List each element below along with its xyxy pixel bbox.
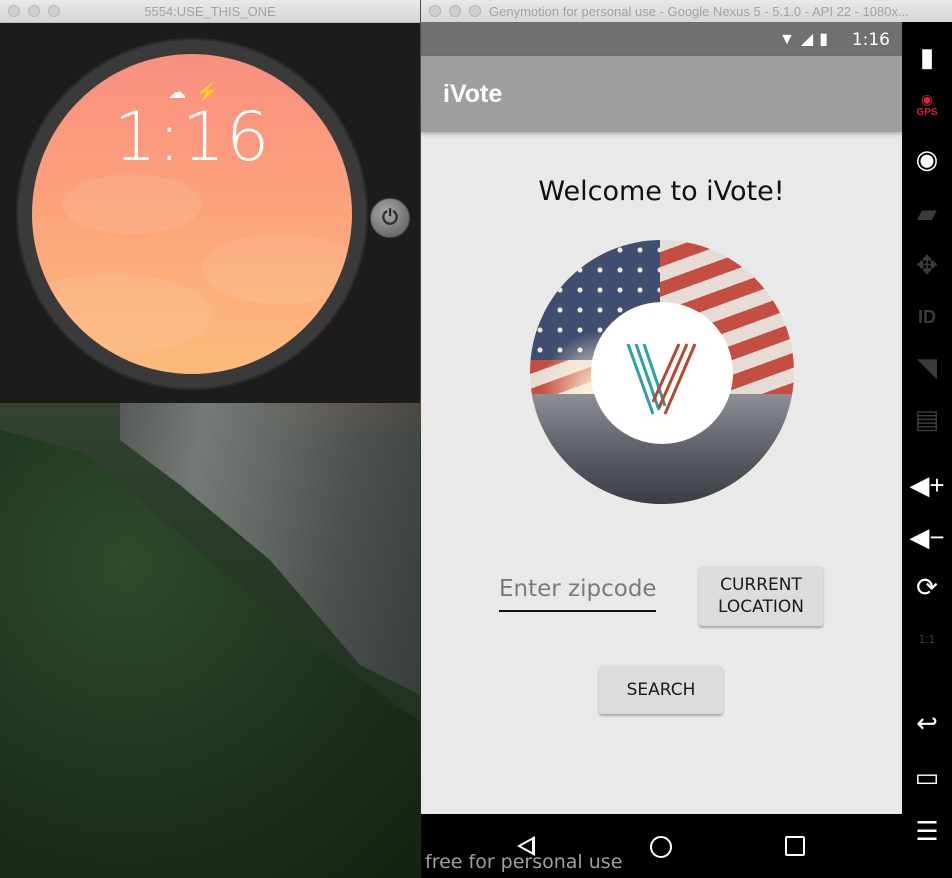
zoom-window-button[interactable] [469, 5, 481, 17]
capture-widget-icon[interactable]: ▰ [902, 198, 952, 228]
battery-icon: ▮ [819, 31, 834, 48]
welcome-heading: Welcome to iVote! [538, 176, 785, 207]
phone-screen: ▼◢▮ 1:16 iVote Welcome to iVote! Enter z… [421, 22, 902, 878]
volume-down-icon[interactable]: ◀− [902, 522, 952, 552]
v-logo-icon [626, 343, 697, 415]
sms-widget-icon[interactable]: ▤ [902, 404, 952, 434]
genymotion-toolbar: ▮ ◉ GPS ◉ ▰ ✥ ID ◥ ▤ ◀+ ◀− ⟳ 1:1 ↩ ▭ ☰ [902, 22, 952, 878]
status-icons: ▼◢▮ [779, 29, 834, 49]
menu-icon[interactable]: ☰ [902, 816, 952, 846]
power-button[interactable]: ⏻ [370, 198, 410, 238]
app-title: iVote [443, 80, 503, 108]
home-icon[interactable] [650, 836, 672, 858]
close-window-button[interactable] [429, 5, 441, 17]
gps-label: GPS [916, 107, 938, 118]
current-location-label-2: LOCATION [718, 597, 804, 617]
wifi-icon: ▼ [779, 31, 801, 48]
status-time: 1:16 [851, 30, 890, 50]
minimize-window-button[interactable] [449, 5, 461, 17]
identifiers-widget-icon[interactable]: ID [902, 302, 952, 332]
battery-widget-icon[interactable]: ▮ [902, 42, 952, 72]
zipcode-input[interactable] [499, 576, 656, 602]
search-button[interactable]: SEARCH [599, 666, 723, 714]
back-arrow-icon[interactable]: ↩ [902, 708, 952, 738]
genymotion-titlebar: Genymotion for personal use - Google Nex… [421, 0, 952, 23]
current-location-button[interactable]: CURRENT LOCATION [699, 566, 823, 626]
genymotion-window: Genymotion for personal use - Google Nex… [421, 0, 952, 878]
recent-apps-icon[interactable]: ▭ [902, 762, 952, 792]
recents-icon[interactable] [785, 836, 805, 856]
gps-widget-icon[interactable]: ◉ GPS [902, 92, 952, 120]
zipcode-field[interactable] [499, 576, 656, 612]
network-widget-icon[interactable]: ◥ [902, 352, 952, 382]
remote-control-icon[interactable]: ✥ [902, 250, 952, 280]
wear-emulator-window: 5554:USE_THIS_ONE ☁⚡ 1:16 ⏻ [0, 0, 420, 403]
volume-up-icon[interactable]: ◀+ [902, 470, 952, 500]
camera-widget-icon[interactable]: ◉ [902, 144, 952, 174]
pixel-perfect-icon[interactable]: 1:1 [902, 624, 952, 654]
watermark-text: free for personal use [425, 851, 623, 873]
app-bar: iVote [421, 56, 902, 132]
watch-time: 1:16 [113, 98, 271, 177]
window-title: 5554:USE_THIS_ONE [144, 4, 276, 19]
rotate-icon[interactable]: ⟳ [902, 572, 952, 602]
window-title: Genymotion for personal use - Google Nex… [489, 4, 909, 19]
current-location-label-1: CURRENT [720, 575, 802, 595]
power-icon: ⏻ [382, 207, 398, 229]
ivote-logo-badge [591, 302, 733, 444]
cellular-icon: ◢ [800, 31, 820, 48]
status-bar: ▼◢▮ 1:16 [421, 22, 902, 56]
wear-titlebar: 5554:USE_THIS_ONE [0, 0, 420, 23]
